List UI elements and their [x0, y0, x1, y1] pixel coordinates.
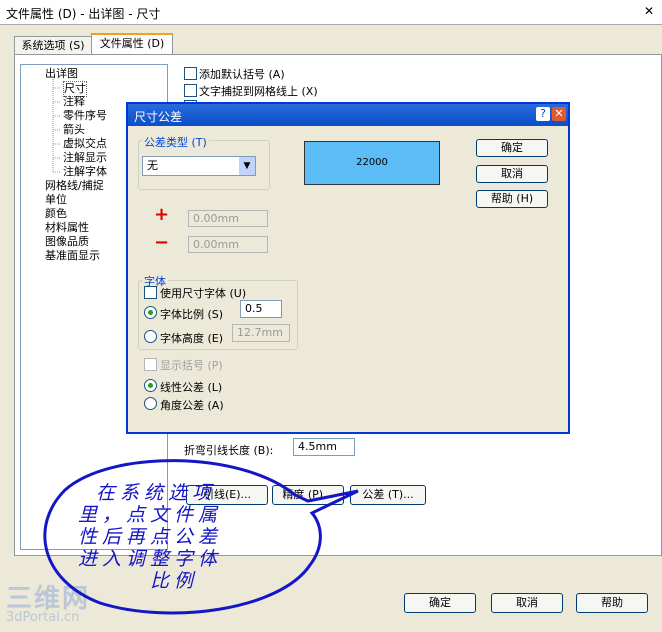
help-button[interactable]: 帮助	[576, 593, 648, 613]
linear-tolerance-label: 线性公差 (L)	[160, 381, 223, 394]
tolerance-type-value: 无	[147, 159, 158, 172]
ok-button[interactable]: 确定	[404, 593, 476, 613]
close-icon[interactable]: ✕	[642, 4, 656, 18]
dialog-cancel-button[interactable]: 取消	[476, 165, 548, 183]
cancel-button[interactable]: 取消	[491, 593, 563, 613]
annotation-line-5: 比例	[150, 570, 199, 592]
snap-text-checkbox[interactable]	[184, 84, 197, 97]
linear-tolerance-radio[interactable]	[144, 379, 157, 392]
preview-box: 22000	[304, 141, 440, 185]
upper-tolerance-input[interactable]: 0.00mm	[188, 210, 268, 227]
font-scale-label: 字体比例 (S)	[160, 308, 224, 321]
font-height-input[interactable]: 12.7mm	[232, 324, 290, 342]
dialog-title: 尺寸公差	[134, 110, 183, 124]
tolerance-type-select[interactable]: 无 ▼	[142, 156, 256, 176]
show-brackets-label: 显示括号 (P)	[160, 359, 223, 372]
dialog-ok-button[interactable]: 确定	[476, 139, 548, 157]
plus-icon: +	[154, 204, 170, 225]
font-scale-input[interactable]: 0.5	[240, 300, 282, 318]
tree-lines	[52, 79, 61, 173]
bend-length-input[interactable]: 4.5mm	[293, 438, 355, 456]
angular-tolerance-label: 角度公差 (A)	[160, 399, 224, 412]
font-height-radio[interactable]	[144, 330, 157, 343]
font-scale-radio[interactable]	[144, 306, 157, 319]
show-brackets-checkbox[interactable]	[144, 358, 157, 371]
help-icon[interactable]: ?	[536, 107, 550, 121]
chevron-down-icon[interactable]: ▼	[239, 157, 255, 175]
dialog-titlebar: 尺寸公差 ? ✕	[128, 104, 568, 126]
close-icon[interactable]: ✕	[552, 107, 566, 121]
lower-tolerance-input[interactable]: 0.00mm	[188, 236, 268, 253]
tab-system-options[interactable]: 系统选项 (S)	[14, 36, 92, 55]
tolerance-type-label: 公差类型 (T)	[142, 134, 209, 150]
use-dim-font-label: 使用尺寸字体 (U)	[160, 287, 247, 300]
window-title: 文件属性 (D) - 出详图 - 尺寸	[6, 7, 161, 21]
minus-icon: −	[154, 232, 170, 253]
tab-document-properties[interactable]: 文件属性 (D)	[91, 33, 173, 55]
use-dim-font-checkbox[interactable]	[144, 286, 157, 299]
window-titlebar: 文件属性 (D) - 出详图 - 尺寸 ✕	[0, 0, 662, 25]
tolerance-dialog: 尺寸公差 ? ✕ 公差类型 (T) 无 ▼ 22000 确定 取消 帮助 (H)…	[126, 102, 570, 434]
angular-tolerance-radio[interactable]	[144, 397, 157, 410]
snap-text-label: 文字捕捉到网格线上 (X)	[199, 85, 318, 98]
dialog-help-button[interactable]: 帮助 (H)	[476, 190, 548, 208]
add-brackets-checkbox[interactable]	[184, 67, 197, 80]
add-brackets-label: 添加默认括号 (A)	[199, 68, 285, 81]
font-height-label: 字体高度 (E)	[160, 332, 224, 345]
